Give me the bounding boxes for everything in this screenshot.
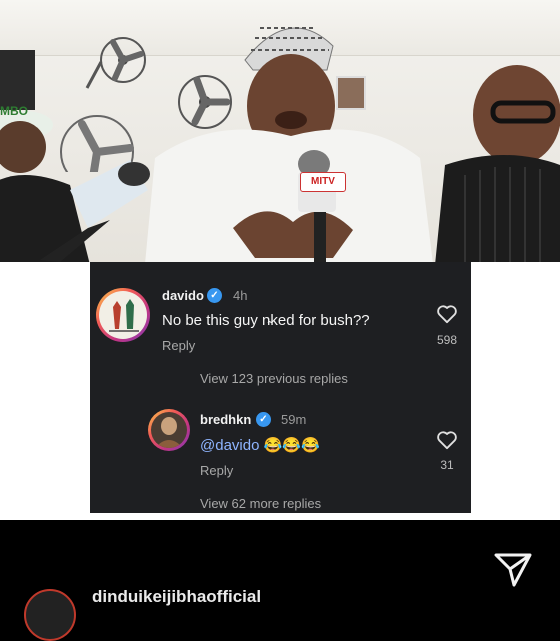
comment-time: 4h	[233, 288, 248, 303]
comment-card: davido ✓ 4h No be this guy n̴ked for bus…	[90, 262, 471, 513]
mic-badge: MITV	[300, 172, 346, 192]
view-previous-replies[interactable]: View 123 previous replies	[200, 371, 348, 386]
verified-badge-icon: ✓	[207, 288, 222, 303]
comment-text: @davido 😂😂😂	[200, 436, 320, 454]
view-more-replies[interactable]: View 62 more replies	[200, 496, 321, 511]
video-frame[interactable]: MBO MITV davido ✓ 4h No be this guy n̴ke…	[0, 0, 560, 520]
video-scene: MBO MITV	[0, 0, 560, 262]
microphone-left	[40, 160, 150, 262]
avatar-image	[99, 291, 147, 339]
avatar-image	[151, 412, 187, 448]
heart-icon[interactable]	[492, 338, 536, 378]
cap-logo-text: MBO	[0, 104, 28, 118]
send-icon[interactable]	[494, 553, 532, 587]
microphone-center	[298, 150, 336, 262]
reply-button[interactable]: Reply	[200, 463, 233, 478]
bredhkn-avatar[interactable]	[148, 409, 190, 451]
davido-avatar[interactable]	[96, 288, 150, 342]
comment-username[interactable]: davido	[162, 288, 204, 303]
comment-username[interactable]: bredhkn	[200, 412, 251, 427]
reply-button[interactable]: Reply	[162, 338, 195, 353]
poster-username[interactable]: dinduikeijibhaofficial	[92, 587, 261, 607]
comment-time: 59m	[281, 412, 307, 427]
like-count: 598	[436, 333, 458, 347]
comment-bubble-icon[interactable]	[492, 442, 536, 486]
mention-link[interactable]: @davido	[200, 437, 259, 454]
bottom-bar	[0, 520, 560, 600]
reel-like-count: 2,742	[496, 398, 532, 414]
comment-text: No be this guy n̴ked for bush??	[162, 312, 370, 329]
person-right	[435, 65, 560, 262]
avatar-artwork	[109, 299, 139, 332]
verified-badge-icon: ✓	[256, 412, 271, 427]
reel-comment-count: 329	[502, 503, 526, 519]
heart-icon[interactable]	[436, 304, 458, 324]
emoji: 😂😂😂	[263, 437, 320, 454]
avatar-artwork	[155, 417, 183, 448]
like-count: 31	[440, 458, 454, 472]
heart-icon[interactable]	[436, 430, 458, 450]
poster-avatar[interactable]	[24, 589, 76, 641]
